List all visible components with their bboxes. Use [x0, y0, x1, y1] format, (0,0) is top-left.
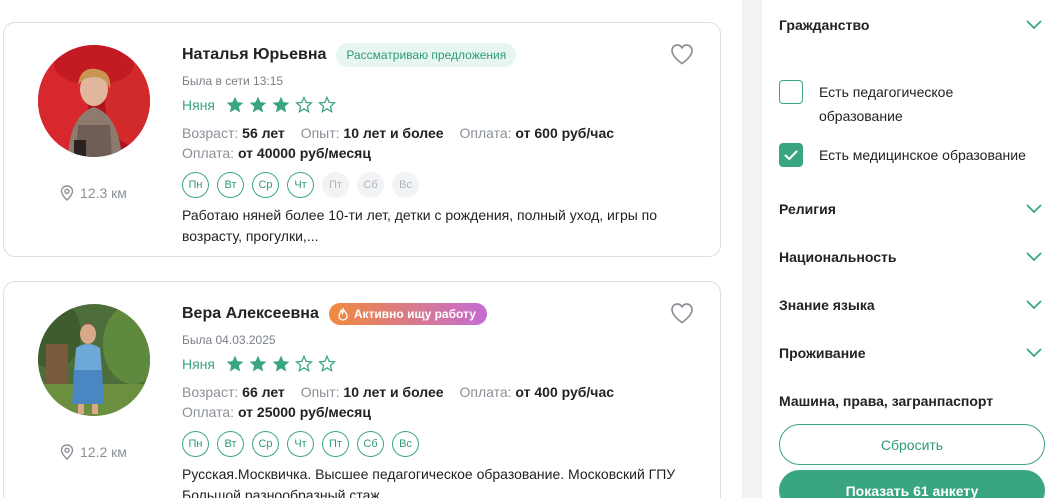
pay-monthly: от 25000 руб/месяц: [237, 404, 371, 420]
chevron-down-icon: [1026, 204, 1042, 214]
status-badge: Рассматриваю предложения: [336, 43, 517, 67]
star-filled-icon: [272, 96, 290, 113]
day-sat: Сб: [357, 431, 384, 457]
filter-nationality[interactable]: Национальность: [779, 249, 1042, 265]
experience-value: 10 лет и более: [343, 384, 444, 400]
age-value: 66 лет: [242, 384, 285, 400]
heart-icon[interactable]: [670, 302, 694, 324]
day-mon: Пн: [182, 431, 209, 457]
chevron-down-icon: [1026, 20, 1042, 30]
rating-stars: [225, 95, 337, 115]
location-pin-icon: [60, 444, 74, 460]
role-label: Няня: [182, 356, 216, 372]
heart-icon[interactable]: [670, 43, 694, 65]
last-seen: Была в сети 13:15: [182, 74, 284, 88]
day-fri: Пт: [322, 172, 349, 198]
day-sun: Вс: [392, 431, 419, 457]
star-filled-icon: [249, 96, 267, 113]
filter-religion[interactable]: Религия: [779, 201, 1042, 217]
work-days: Пн Вт Ср Чт Пт Сб Вс: [182, 431, 660, 457]
pay-hourly: от 600 руб/час: [515, 125, 615, 141]
nanny-facts: Возраст: 56 лет Опыт: 10 лет и более Опл…: [182, 123, 660, 163]
checkbox-label: Есть педагогическое образование: [819, 84, 954, 124]
filter-label: Знание языка: [779, 297, 875, 313]
description: Русская.Москвичка. Высшее педагогическое…: [182, 466, 676, 498]
results-list: 12.3 км Наталья Юрьевна Рассматриваю пре…: [0, 0, 742, 498]
description: Работаю няней более 10-ти лет, детки с р…: [182, 207, 658, 244]
chevron-down-icon: [1026, 348, 1042, 358]
filter-label: Машина, права, загранпаспорт: [779, 393, 994, 409]
nanny-card[interactable]: 12.2 км Вера Алексеевна Активно ищу рабо…: [3, 281, 721, 498]
day-fri: Пт: [322, 431, 349, 457]
day-sat: Сб: [357, 172, 384, 198]
rating-stars: [225, 354, 337, 374]
experience-label: Опыт:: [300, 125, 340, 141]
checkbox-medical[interactable]: Есть медицинское образование: [779, 143, 1049, 167]
filter-label: Религия: [779, 201, 836, 217]
pay-label: Оплата:: [182, 404, 235, 420]
flame-icon: [338, 307, 348, 321]
pay-label: Оплата:: [182, 145, 235, 161]
chevron-down-icon: [1026, 252, 1042, 262]
experience-label: Опыт:: [300, 384, 340, 400]
filter-label: Гражданство: [779, 17, 870, 33]
age-label: Возраст:: [182, 384, 239, 400]
experience-value: 10 лет и более: [343, 125, 444, 141]
star-filled-icon: [249, 355, 267, 372]
pay-label: Оплата:: [459, 125, 512, 141]
day-tue: Вт: [217, 172, 244, 198]
filter-label: Проживание: [779, 345, 866, 361]
star-filled-icon: [272, 355, 290, 372]
day-thu: Чт: [287, 431, 314, 457]
avatar[interactable]: [38, 45, 150, 157]
filter-residence[interactable]: Проживание: [779, 345, 1042, 361]
star-outline-icon: [318, 95, 337, 114]
day-tue: Вт: [217, 431, 244, 457]
star-outline-icon: [295, 354, 314, 373]
distance: 12.3 км: [60, 185, 127, 201]
star-filled-icon: [226, 96, 244, 113]
checkbox-box[interactable]: [779, 80, 803, 104]
pay-label: Оплата:: [459, 384, 512, 400]
chevron-down-icon: [1026, 300, 1042, 310]
location-pin-icon: [60, 185, 74, 201]
day-sun: Вс: [392, 172, 419, 198]
nanny-name[interactable]: Наталья Юрьевна: [182, 46, 326, 64]
nanny-name[interactable]: Вера Алексеевна: [182, 305, 319, 323]
filter-citizenship[interactable]: Гражданство: [779, 17, 1042, 33]
role-label: Няня: [182, 97, 216, 113]
filter-label: Национальность: [779, 249, 897, 265]
filters-sidebar: Гражданство Есть педагогическое образова…: [762, 0, 1060, 498]
filter-car-docs[interactable]: Машина, права, загранпаспорт: [779, 393, 1042, 409]
star-outline-icon: [295, 95, 314, 114]
nanny-card[interactable]: 12.3 км Наталья Юрьевна Рассматриваю пре…: [3, 22, 721, 257]
avatar[interactable]: [38, 304, 150, 416]
show-results-button[interactable]: Показать 61 анкету: [779, 470, 1045, 498]
age-value: 56 лет: [242, 125, 285, 141]
distance-value: 12.2 км: [80, 444, 127, 460]
checkbox-pedagogical[interactable]: Есть педагогическое образование: [779, 80, 1049, 128]
day-wed: Ср: [252, 431, 279, 457]
pay-hourly: от 400 руб/час: [515, 384, 615, 400]
checkbox-box[interactable]: [779, 143, 803, 167]
day-mon: Пн: [182, 172, 209, 198]
star-outline-icon: [318, 354, 337, 373]
day-thu: Чт: [287, 172, 314, 198]
reset-button[interactable]: Сбросить: [779, 424, 1045, 465]
distance: 12.2 км: [60, 444, 127, 460]
nanny-facts: Возраст: 66 лет Опыт: 10 лет и более Опл…: [182, 382, 660, 422]
checkmark-icon: [784, 150, 798, 160]
filter-language[interactable]: Знание языка: [779, 297, 1042, 313]
checkbox-label: Есть медицинское образование: [819, 147, 1026, 163]
pay-monthly: от 40000 руб/месяц: [237, 145, 371, 161]
distance-value: 12.3 км: [80, 185, 127, 201]
age-label: Возраст:: [182, 125, 239, 141]
day-wed: Ср: [252, 172, 279, 198]
last-seen: Была 04.03.2025: [182, 333, 276, 347]
status-badge: Активно ищу работу: [328, 303, 487, 325]
star-filled-icon: [226, 355, 244, 372]
status-badge-label: Активно ищу работу: [353, 307, 476, 321]
work-days: Пн Вт Ср Чт Пт Сб Вс: [182, 172, 660, 198]
